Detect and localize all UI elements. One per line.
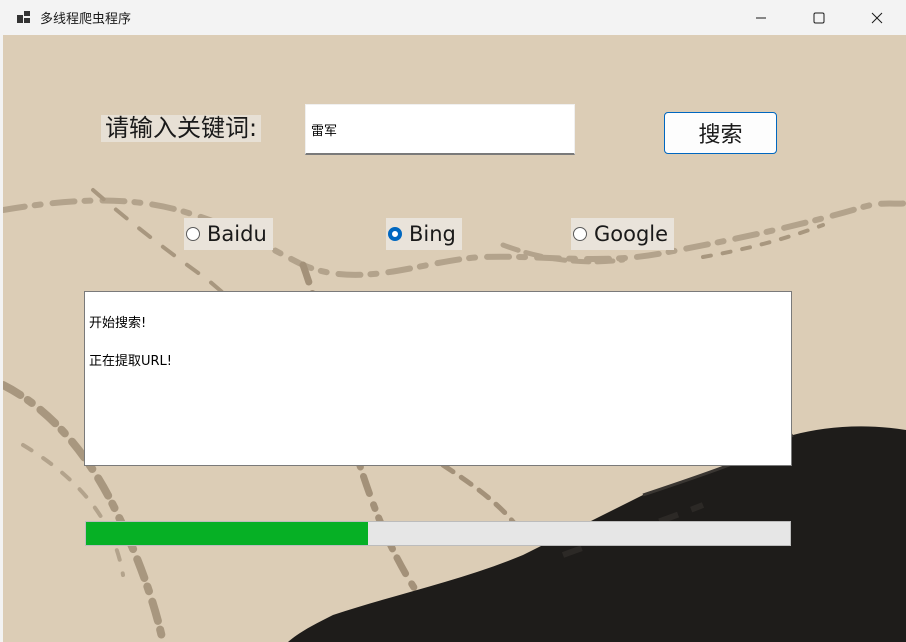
radio-google-label: Google [594, 222, 669, 246]
title-bar[interactable]: 多线程爬虫程序 [0, 0, 906, 35]
progress-bar [85, 521, 791, 546]
search-button[interactable]: 搜索 [664, 112, 777, 154]
radio-indicator [186, 227, 200, 241]
keyword-label: 请输入关键词: [101, 115, 262, 142]
log-output[interactable]: 开始搜索! 正在提取URL! [84, 291, 792, 466]
window-title: 多线程爬虫程序 [40, 12, 132, 27]
radio-indicator [573, 227, 587, 241]
log-line: 正在提取URL! [89, 354, 173, 369]
log-line: 开始搜索! [89, 316, 147, 331]
maximize-button[interactable] [790, 0, 848, 35]
client-area: 请输入关键词: 搜索 Baidu Bing Google 开始搜索! 正在提取U… [3, 35, 906, 642]
app-window: 多线程爬虫程序 请输入关键词: 雷军 搜索 Baidu Bing Google … [0, 0, 906, 642]
maximize-icon [813, 12, 825, 23]
close-icon [871, 12, 883, 23]
radio-baidu[interactable]: Baidu [184, 218, 273, 250]
minimize-icon [756, 17, 766, 18]
radio-google[interactable]: Google [571, 218, 675, 250]
radio-baidu-label: Baidu [207, 222, 267, 246]
minimize-button[interactable] [732, 0, 790, 35]
progress-fill [86, 522, 368, 545]
close-button[interactable] [848, 0, 906, 35]
radio-bing[interactable]: Bing [386, 218, 462, 250]
keyword-input[interactable] [305, 104, 575, 155]
radio-bing-label: Bing [409, 222, 456, 246]
radio-indicator-checked [388, 227, 402, 241]
app-window-icon [17, 11, 30, 23]
